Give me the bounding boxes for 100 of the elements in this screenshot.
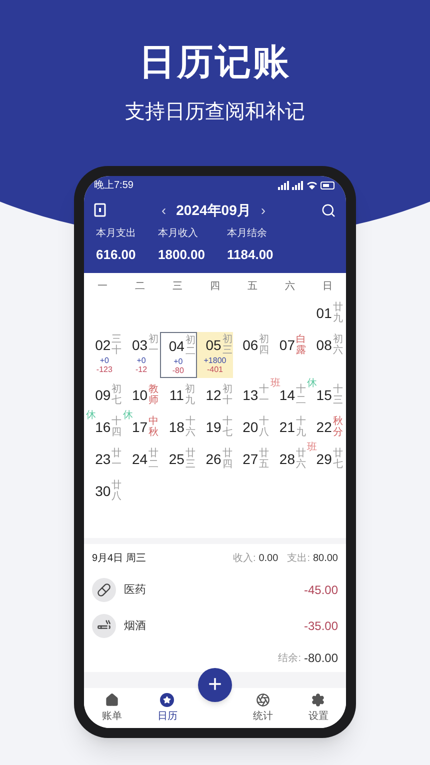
day-number: 07 (279, 338, 295, 352)
lunar-date: 廿二 (148, 448, 159, 470)
lunar-date: 十三 (332, 384, 343, 406)
home-icon (104, 692, 119, 706)
holiday-label: 休 (307, 378, 318, 388)
lunar-date: 三十 (112, 334, 122, 356)
lunar-date: 初二 (185, 334, 196, 356)
nav-tab[interactable]: 账单 (84, 692, 140, 724)
record-row[interactable]: 烟酒 -35.00 (92, 608, 338, 644)
lunar-date: 廿七 (332, 448, 343, 470)
day-number: 20 (242, 420, 258, 434)
day-number: 13 (242, 388, 258, 402)
balance-value: -80.00 (304, 650, 338, 667)
banner-title: 日历记账 (139, 44, 291, 80)
day-expense: -80 (172, 366, 184, 374)
day-number: 25 (168, 452, 184, 466)
lunar-date: 廿六 (296, 448, 306, 470)
summary-label: 本月支出 (96, 226, 136, 241)
lunar-date: 初四 (259, 334, 270, 356)
cigarette-icon (92, 614, 116, 638)
record-row[interactable]: 医药 -45.00 (92, 572, 338, 608)
day-number: 01 (316, 306, 332, 320)
lunar-date: 十一 (259, 384, 270, 406)
lunar-date: 廿三 (185, 448, 196, 470)
weekday-label: 六 (284, 280, 296, 294)
settings-icon (311, 692, 326, 706)
month-title: 2024年09月 (176, 200, 251, 220)
day-number: 21 (279, 420, 295, 434)
pill-icon (92, 578, 116, 602)
weekday-label: 三 (172, 280, 184, 294)
next-month-button[interactable]: › (260, 200, 266, 220)
lunar-date: 廿八 (112, 480, 122, 502)
lunar-date: 廿四 (222, 448, 232, 470)
day-number: 28 (279, 452, 295, 466)
day-number: 10 (132, 388, 148, 402)
lunar-date: 初十 (222, 384, 232, 406)
day-number: 29 (316, 452, 332, 466)
lunar-date: 初一 (148, 334, 159, 356)
day-income: +0 (136, 356, 146, 364)
expense-label: 支出: (287, 552, 310, 566)
day-income: +0 (100, 356, 109, 364)
day-number: 04 (168, 338, 184, 352)
nav-tab[interactable]: 设置 (290, 692, 346, 724)
holiday-label: 班 (270, 378, 280, 388)
day-expense: -401 (206, 364, 223, 374)
day-number: 27 (242, 452, 258, 466)
lunar-date: 十九 (296, 416, 306, 438)
lunar-date: 初七 (112, 384, 122, 406)
ledger-icon[interactable] (94, 203, 106, 217)
summary-label: 本月收入 (158, 226, 199, 241)
lunar-date: 秋分 (332, 416, 343, 438)
expense-value: 80.00 (312, 552, 338, 566)
record-amount: -35.00 (304, 618, 338, 635)
lunar-date: 十七 (222, 416, 232, 438)
weekday-label: 四 (208, 280, 221, 294)
weekday-label: 五 (246, 280, 258, 294)
day-number: 23 (95, 452, 111, 466)
lunar-date: 白露 (296, 334, 306, 356)
day-number: 16 (95, 420, 111, 434)
day-number: 02 (95, 338, 111, 352)
day-number: 15 (316, 388, 332, 402)
banner-subtitle: 支持日历查阅和补记 (125, 102, 305, 122)
day-number: 05 (206, 338, 222, 352)
summary-value: 616.00 (96, 246, 136, 264)
lunar-date: 初三 (222, 334, 232, 356)
lunar-date: 教师 (148, 384, 159, 406)
lunar-date: 廿五 (259, 448, 270, 470)
summary-value: 1800.00 (158, 246, 205, 264)
weekday-label: 日 (321, 280, 334, 294)
nav-tab[interactable]: 日历 (140, 692, 195, 724)
day-number: 12 (206, 388, 222, 402)
record-category: 烟酒 (124, 618, 146, 634)
weekday-label: 一 (96, 280, 109, 294)
day-number: 06 (242, 338, 258, 352)
day-number: 17 (132, 420, 148, 434)
holiday-label: 休 (122, 410, 133, 420)
weekday-label: 二 (134, 280, 146, 294)
day-number: 14 (279, 388, 295, 402)
holiday-label: 班 (307, 442, 318, 452)
income-label: 收入: (232, 552, 256, 566)
holiday-label: 休 (86, 410, 96, 420)
summary-value: 1184.00 (227, 246, 274, 264)
nav-tab[interactable]: 统计 (235, 692, 290, 724)
day-number: 26 (206, 452, 222, 466)
day-income: +1800 (204, 356, 226, 364)
prev-month-button[interactable]: ‹ (161, 200, 166, 220)
lunar-date: 初六 (332, 334, 343, 356)
lunar-date: 十四 (112, 416, 122, 438)
day-number: 24 (132, 452, 148, 466)
day-number: 09 (95, 388, 111, 402)
day-number: 30 (95, 484, 111, 498)
day-number: 03 (132, 338, 148, 352)
day-expense: -12 (135, 364, 148, 374)
lunar-date: 十六 (185, 416, 196, 438)
day-number: 11 (169, 388, 184, 402)
day-income: +0 (174, 356, 183, 366)
day-number: 08 (316, 338, 332, 352)
day-number: 19 (206, 420, 222, 434)
lunar-date: 廿九 (332, 302, 343, 324)
search-icon[interactable] (321, 202, 336, 218)
